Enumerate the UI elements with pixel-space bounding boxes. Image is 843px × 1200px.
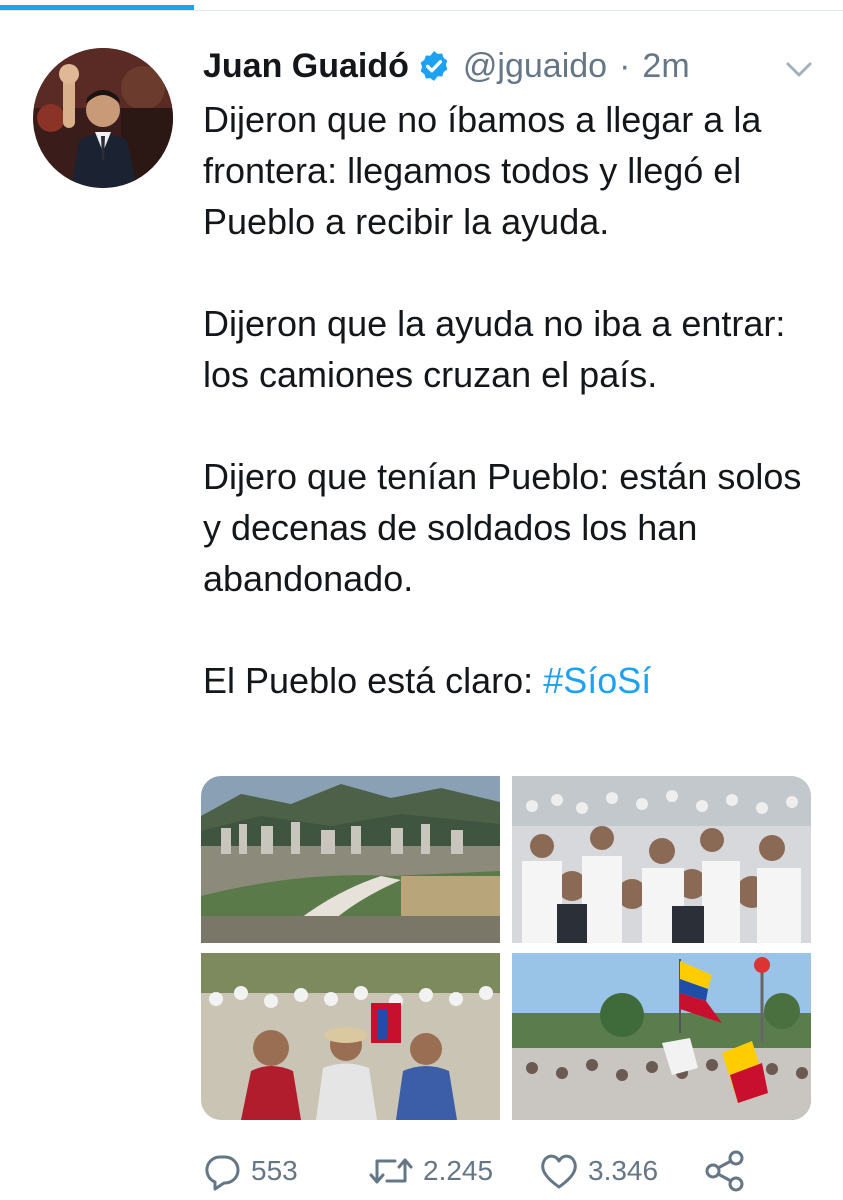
media-grid [201,776,811,1120]
tweet-timestamp[interactable]: 2m [642,47,689,86]
tweet-paragraph: Dijero que tenían Pueblo: están solos y … [203,456,802,599]
like-button[interactable]: 3.346 [538,1146,658,1196]
retweet-icon [369,1158,413,1184]
chevron-down-icon[interactable] [782,54,816,84]
avatar[interactable] [33,48,173,188]
reply-icon [205,1155,240,1191]
verified-badge-icon [420,51,448,81]
retweet-button[interactable]: 2.245 [367,1146,493,1196]
tweet-text-span: El Pueblo está claro: [203,660,544,701]
divider [0,10,843,11]
share-icon [705,1150,744,1192]
hashtag-link[interactable]: #SíoSí [543,660,651,701]
tweet-paragraph: Dijeron que no íbamos a llegar a la fron… [203,99,762,242]
retweet-count: 2.245 [423,1155,494,1186]
share-button[interactable] [703,1146,755,1196]
author-handle[interactable]: @jguaido [463,47,607,86]
media-photo-city-aerial[interactable] [201,776,500,943]
tweet-paragraph: Dijeron que la ayuda no iba a entrar: lo… [203,303,786,395]
reply-count: 553 [251,1155,298,1186]
media-photo-crowd-closeup[interactable] [201,953,500,1120]
author-name[interactable]: Juan Guaidó [203,47,409,86]
media-photo-crowd-march[interactable] [512,776,811,943]
tweet-actions: 553 2.245 3.346 [203,1146,823,1196]
header-separator: · [619,46,631,85]
like-count: 3.346 [588,1155,659,1186]
tweet-paragraph-last: El Pueblo está claro: #SíoSí [203,655,823,706]
tweet-text: Dijeron que no íbamos a llegar a la fron… [203,94,823,706]
heart-icon [541,1154,577,1189]
reply-button[interactable]: 553 [203,1146,298,1196]
tweet-header: Juan Guaidó @jguaido · 2m [203,42,690,90]
media-photo-flags-crowd[interactable] [512,953,811,1120]
tab-indicator-bar [0,0,843,12]
